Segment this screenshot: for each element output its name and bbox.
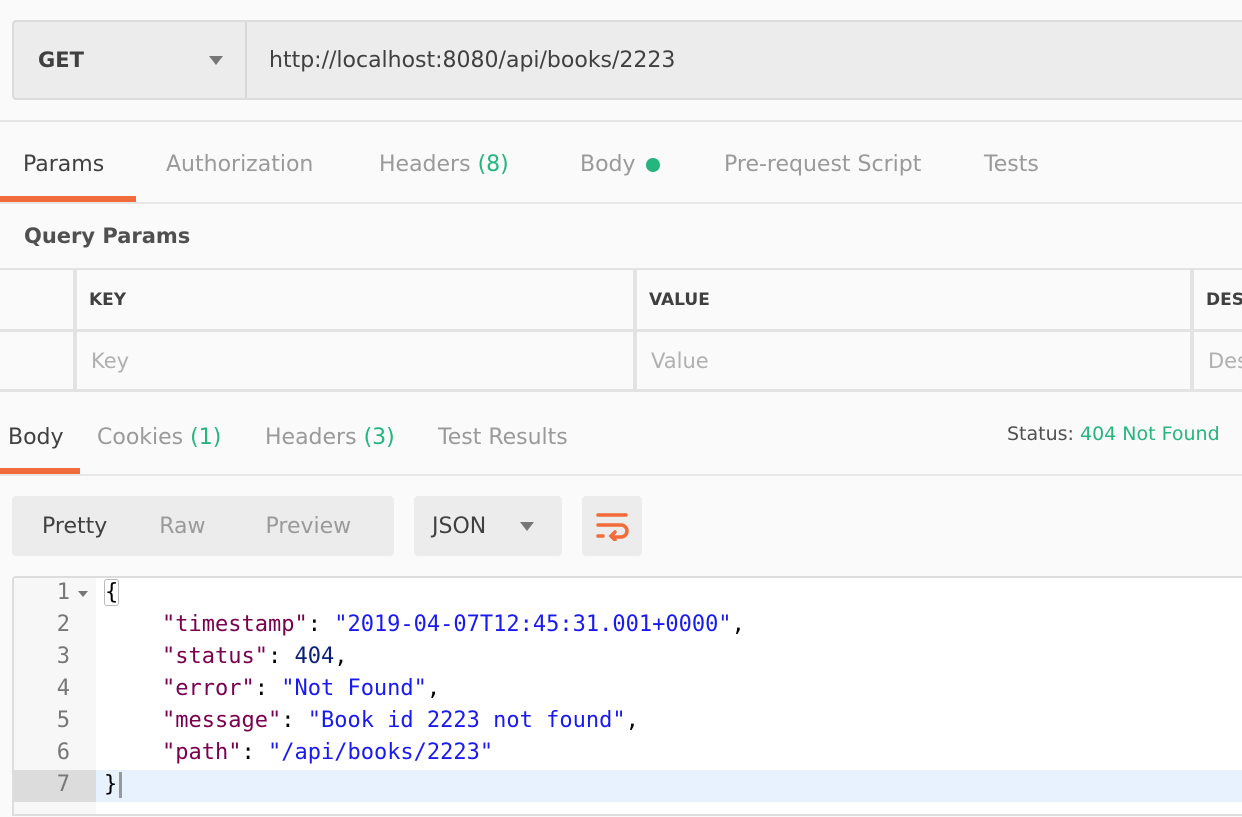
body-indicator-dot [645,158,660,172]
description-input[interactable]: Des [1194,332,1242,389]
response-tab-body[interactable]: Body [8,425,64,450]
code-line: "message": "Book id 2223 not found", [162,708,639,733]
open-brace: { [104,579,120,606]
code-line: "timestamp": "2019-04-07T12:45:31.001+00… [162,612,745,637]
format-select[interactable]: JSON [414,496,562,556]
status-value: 404 Not Found [1080,423,1220,445]
code-lines: 1 2 3 4 5 6 7 { "timestamp": "2019-04-07… [0,577,1242,817]
comma: , [625,708,639,733]
response-status: Status: 404 Not Found [1007,423,1220,445]
line-number: 4 [56,676,70,701]
line-number: 3 [56,644,70,669]
divider [0,474,1242,476]
format-label: JSON [432,513,487,539]
response-tab-cookies[interactable]: Cookies (1) [97,425,221,450]
cookies-count: (1) [190,425,222,450]
tab-label: Cookies [97,425,184,450]
divider [0,120,1242,122]
response-tab-headers[interactable]: Headers (3) [265,425,395,450]
comma: , [426,676,441,701]
preview-button[interactable]: Preview [266,514,352,539]
line-number: 2 [56,612,70,637]
text-cursor [119,772,123,798]
url-bar: GET http://localhost:8080/api/books/2223 [12,20,1242,100]
caret-down-icon [520,521,534,531]
code-line: } [104,769,123,801]
method-select[interactable]: GET [14,22,247,98]
close-brace: } [104,772,118,797]
code-line: "status": 404, [162,644,348,669]
divider [0,202,1242,204]
code-line: { [104,577,120,609]
json-key: "path" [162,740,242,765]
raw-button[interactable]: Raw [159,514,205,539]
json-key: "error" [162,676,255,701]
json-value: "Book id 2223 not found" [307,708,626,733]
tab-pre-request-script[interactable]: Pre-request Script [724,152,921,177]
tab-authorization[interactable]: Authorization [166,152,313,177]
response-tab-test-results[interactable]: Test Results [438,425,568,450]
method-label: GET [38,48,84,72]
pretty-button[interactable]: Pretty [42,514,107,539]
line-number: 6 [56,740,70,765]
key-input[interactable]: Key [77,332,633,389]
tab-body[interactable]: Body [580,152,660,177]
query-params-title: Query Params [24,224,191,248]
json-key: "status" [162,644,268,669]
comma: , [334,644,348,669]
headers-count: (3) [363,425,395,450]
params-table: KEY VALUE DES Key Value Des [0,268,1242,392]
json-value: "Not Found" [281,676,427,701]
code-line: "error": "Not Found", [162,676,441,701]
column-key: KEY [77,270,633,329]
tab-label: Body [580,152,636,177]
comma: , [731,612,745,637]
json-value: "/api/books/2223" [267,740,494,765]
headers-count: (8) [477,152,509,177]
status-label: Status: [1007,423,1074,445]
tab-headers[interactable]: Headers (8) [379,152,509,177]
tab-label: Headers [379,152,471,177]
code-line: "path": "/api/books/2223" [162,740,494,765]
line-number: 7 [56,772,70,797]
tab-tests[interactable]: Tests [984,152,1039,177]
json-value: "2019-04-07T12:45:31.001+0000" [334,612,732,637]
url-input[interactable]: http://localhost:8080/api/books/2223 [247,22,675,98]
tab-label: Headers [265,425,357,450]
value-input[interactable]: Value [637,332,1190,389]
wrap-lines-icon [596,513,629,541]
json-value: 404 [294,644,335,669]
column-value: VALUE [637,270,1190,329]
caret-down-icon [209,55,223,65]
column-description: DES [1194,270,1242,329]
json-key: "message" [162,708,282,733]
wrap-lines-button[interactable] [582,496,642,556]
json-key: "timestamp" [162,612,308,637]
line-number: 5 [56,708,70,733]
fold-caret-icon[interactable] [78,591,88,597]
view-mode-group: Pretty Raw Preview [12,496,394,556]
tab-params[interactable]: Params [23,152,104,177]
